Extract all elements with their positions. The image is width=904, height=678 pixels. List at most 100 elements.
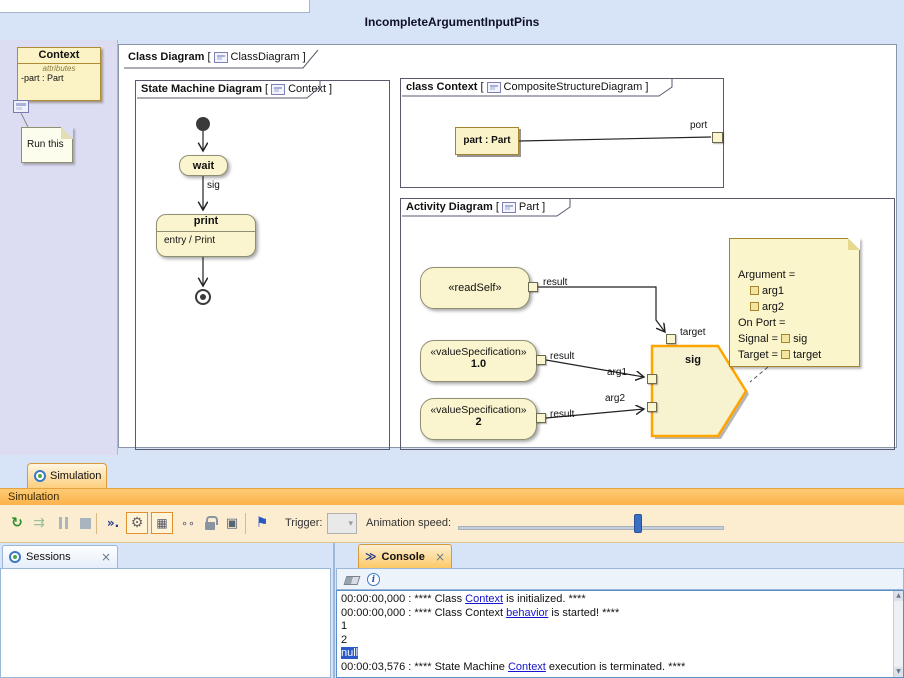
close-console-icon[interactable]: ×: [435, 550, 445, 564]
note-argument-header: Argument =: [738, 267, 821, 283]
print-state[interactable]: print entry / Print: [156, 214, 256, 257]
scroll-down-icon[interactable]: ▼: [894, 667, 903, 677]
pin-icon: [750, 286, 759, 295]
part-property-box[interactable]: part : Part: [455, 127, 519, 155]
console-line: 00:00:03,576 : **** State Machine Contex…: [341, 661, 899, 675]
pause-icon: [59, 517, 68, 529]
stop-icon: [80, 518, 91, 529]
port-label: port: [690, 120, 707, 131]
tab-console[interactable]: ≫ Console ×: [358, 544, 452, 568]
close-sessions-icon[interactable]: ×: [101, 550, 111, 564]
attributes-compartment-label: attributes: [18, 64, 100, 73]
arg1-pin[interactable]: [647, 374, 657, 384]
console-line: null: [341, 647, 899, 661]
console-line: 1: [341, 620, 899, 634]
info-icon[interactable]: i: [367, 573, 380, 586]
value-spec-1-action[interactable]: «valueSpecification» 1.0: [420, 340, 537, 382]
signal-icon: [781, 334, 790, 343]
console-link-behavior[interactable]: behavior: [506, 607, 548, 619]
animation-speed-slider-track[interactable]: [458, 526, 724, 530]
value-spec-2-result-pin[interactable]: [536, 413, 546, 423]
console-link-context[interactable]: Context: [508, 661, 546, 673]
final-node[interactable]: [195, 289, 211, 305]
console-line: 00:00:00,000 : **** Class Context is ini…: [341, 593, 899, 607]
tab-sessions[interactable]: Sessions ×: [2, 545, 118, 568]
trigger-flag-button[interactable]: ⚑: [251, 512, 273, 534]
target-icon: [781, 350, 790, 359]
snapshot-button[interactable]: ▣: [221, 512, 243, 534]
sessions-pane[interactable]: [0, 568, 331, 678]
window-tab-strip[interactable]: [0, 0, 310, 13]
breakpoints-button[interactable]: ∘∘: [177, 512, 199, 534]
value-spec-1-result-pin[interactable]: [536, 355, 546, 365]
sessions-icon: [9, 551, 21, 563]
composite-structure-frame[interactable]: [400, 78, 724, 188]
magicdraw-simulation-window: IncompleteArgumentInputPins Context attr…: [0, 0, 904, 678]
note-signal-item: Signal = sig: [738, 331, 821, 347]
animation-speed-slider-handle[interactable]: [634, 514, 642, 533]
animate-button[interactable]: ▦: [151, 512, 173, 534]
pane-divider[interactable]: [333, 543, 335, 678]
simulation-icon: [34, 470, 46, 482]
composite-structure-icon: [487, 82, 501, 93]
arg2-pin[interactable]: [647, 402, 657, 412]
simulation-toolbar: ↻ ⇉ ». ⚙ ▦ ∘∘ ▣ ⚑ Trigger: ▾ Animation s…: [0, 505, 904, 543]
lock-button[interactable]: [199, 512, 221, 534]
simulation-panel-header: Simulation: [0, 488, 904, 505]
readself-action[interactable]: «readSelf»: [420, 267, 530, 309]
pin-icon: [750, 302, 759, 311]
composite-structure-frame-header: class Context [ CompositeStructureDiagra…: [402, 80, 652, 93]
sig-transition-label[interactable]: sig: [207, 180, 220, 191]
console-icon: ≫: [365, 550, 377, 563]
options-button[interactable]: ⚙: [126, 512, 148, 534]
context-class-name: Context: [18, 48, 100, 64]
clear-console-icon[interactable]: [344, 576, 361, 585]
console-line: 00:00:00,000 : **** Class Context behavi…: [341, 607, 899, 621]
readself-result-pin[interactable]: [528, 282, 538, 292]
value-spec-2-result-label: result: [550, 409, 574, 420]
value-spec-1-result-label: result: [550, 351, 574, 362]
resume-button[interactable]: ↻: [6, 512, 28, 534]
state-machine-diagram-icon[interactable]: [13, 100, 29, 113]
value-spec-2-action[interactable]: «valueSpecification» 2: [420, 398, 537, 440]
note-target-item: Target = target: [738, 347, 821, 363]
port-square[interactable]: [712, 132, 723, 143]
console-mode-button[interactable]: ».: [102, 512, 124, 534]
note-on-port: On Port =: [738, 315, 821, 331]
note-arg1-item: arg1: [738, 283, 821, 299]
arg2-pin-label: arg2: [605, 393, 625, 404]
step-button[interactable]: ⇉: [28, 512, 50, 534]
arg1-pin-label: arg1: [607, 367, 627, 378]
trigger-select: ▾: [327, 513, 357, 534]
target-pin[interactable]: [666, 334, 676, 344]
terminate-button[interactable]: [74, 512, 96, 534]
console-toolbar: i: [336, 568, 904, 590]
selected-console-text: null: [341, 647, 358, 659]
lock-icon: [205, 522, 215, 530]
console-line: 2: [341, 634, 899, 648]
diagram-tab-class-diagram[interactable]: Class Diagram [ ClassDiagram ]: [124, 50, 310, 63]
readself-result-label: result: [543, 277, 567, 288]
trigger-label: Trigger:: [285, 517, 323, 529]
activity-frame-header: Activity Diagram [ Part ]: [402, 200, 549, 213]
toolbar-separator: [96, 513, 97, 534]
console-output[interactable]: 00:00:00,000 : **** Class Context is ini…: [336, 590, 904, 678]
context-part-attribute: -part : Part: [18, 73, 100, 83]
console-scrollbar[interactable]: ▲ ▼: [893, 591, 903, 677]
wait-state[interactable]: wait: [179, 155, 228, 176]
scroll-up-icon[interactable]: ▲: [894, 591, 903, 601]
toolbar-separator: [245, 513, 246, 534]
sig-action-label[interactable]: sig: [668, 354, 718, 366]
initial-node[interactable]: [196, 117, 210, 131]
console-link-context[interactable]: Context: [465, 593, 503, 605]
argument-note[interactable]: Argument = arg1 arg2 On Port = Signal = …: [729, 238, 860, 367]
context-class-box[interactable]: Context attributes -part : Part: [17, 47, 101, 101]
class-diagram-icon: [214, 52, 228, 63]
animation-speed-label: Animation speed:: [366, 517, 451, 529]
state-machine-frame[interactable]: [135, 80, 390, 450]
tab-simulation[interactable]: Simulation: [27, 463, 107, 488]
pause-button[interactable]: [52, 512, 74, 534]
run-this-note[interactable]: Run this: [21, 127, 73, 163]
activity-diagram-icon: [502, 202, 516, 213]
note-arg2-item: arg2: [738, 299, 821, 315]
